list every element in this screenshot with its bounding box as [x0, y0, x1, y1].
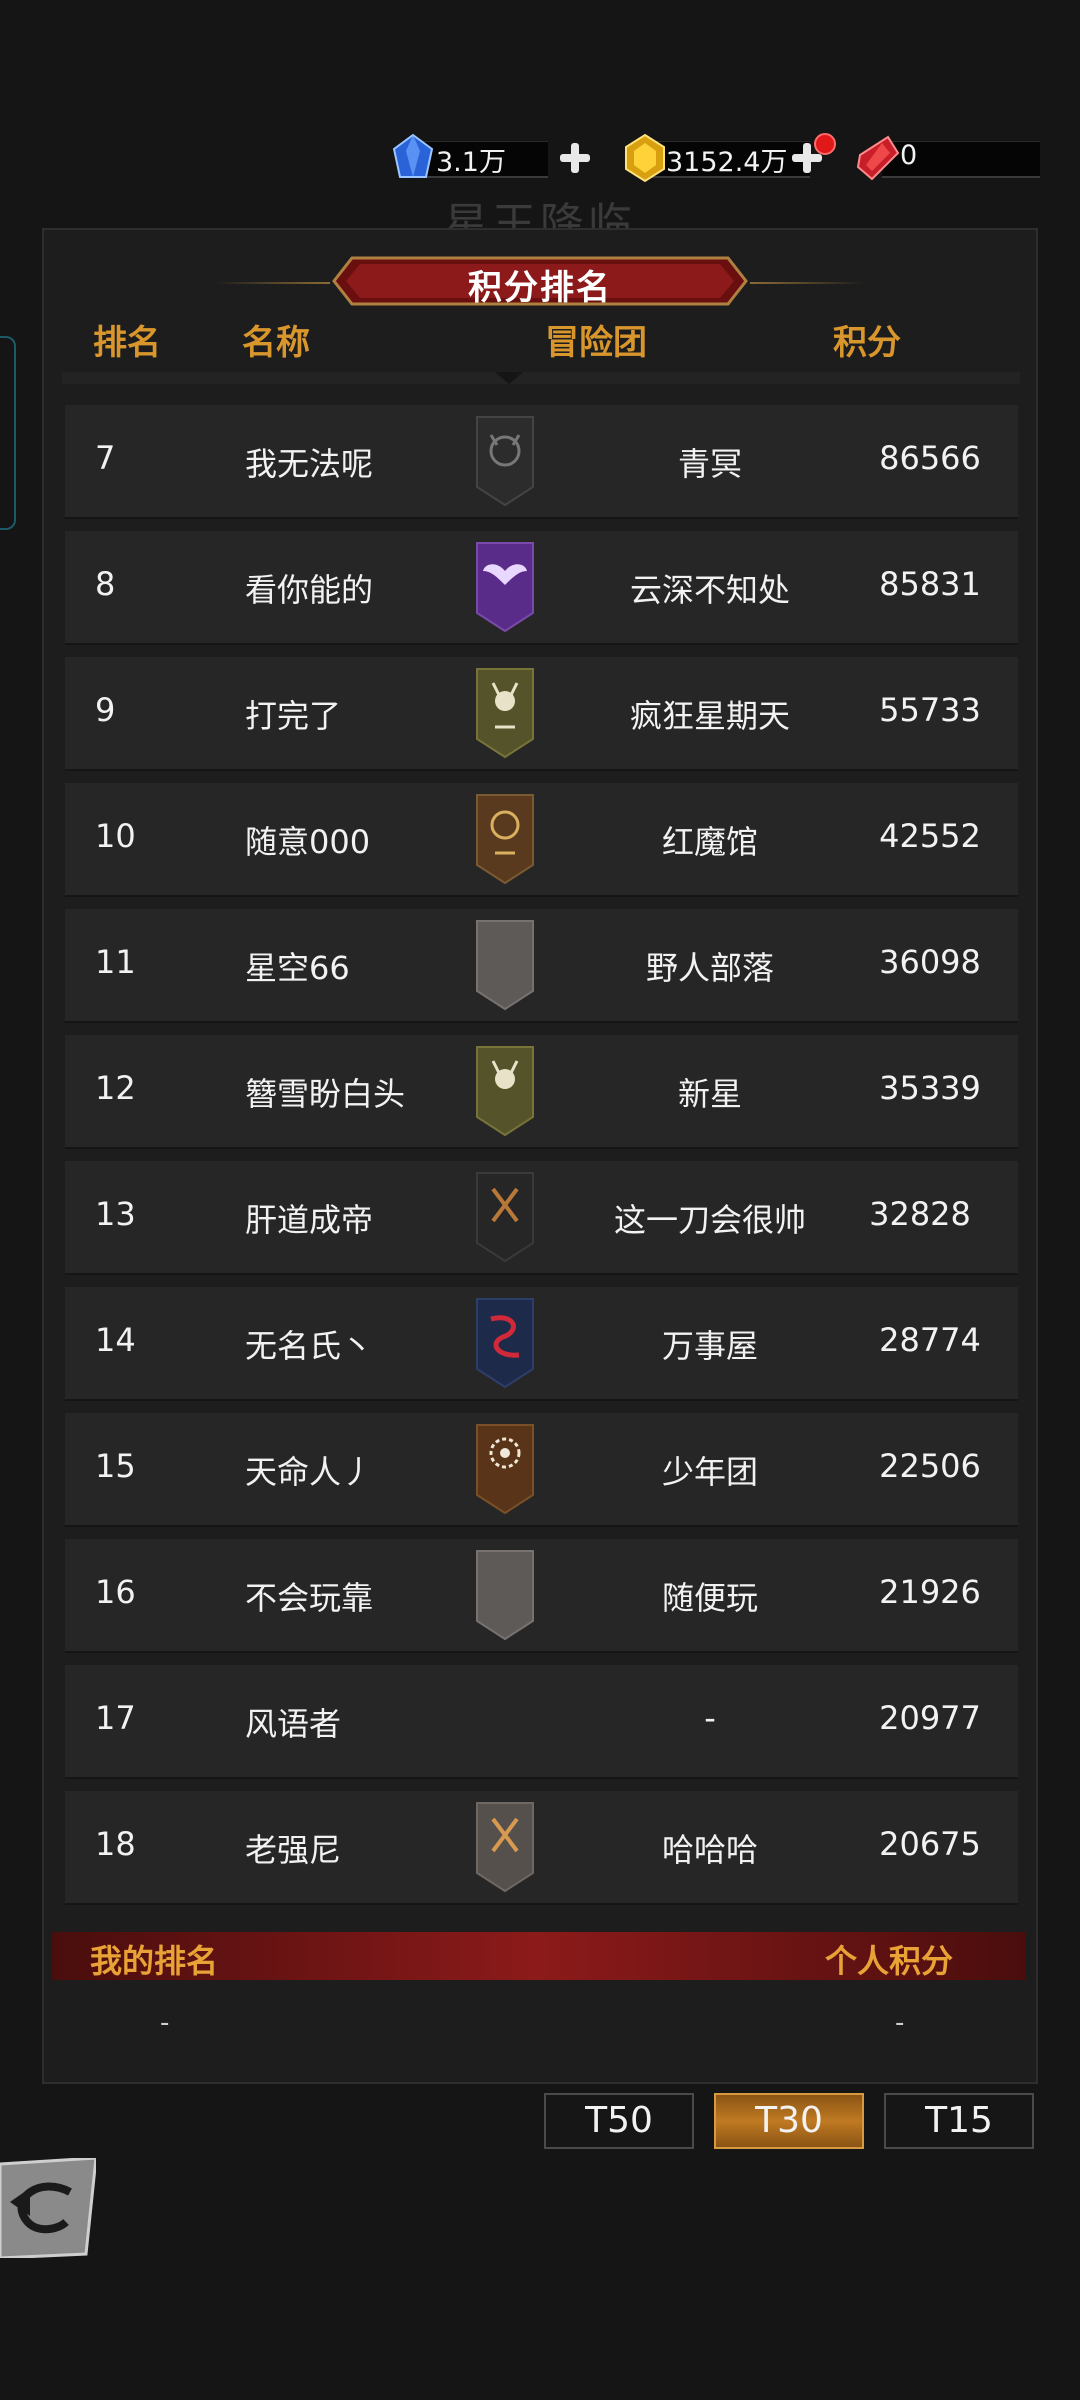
row-rank: 17: [95, 1699, 136, 1737]
currency-gold: 3152.4万: [620, 133, 840, 183]
row-score: 22506: [879, 1447, 981, 1485]
row-score: 20675: [879, 1825, 981, 1863]
currency-blue: 3.1万: [388, 133, 598, 183]
row-player-name: 看你能的: [245, 571, 374, 609]
red-crystal-icon: [856, 135, 900, 181]
blank-gray-banner-icon: [476, 920, 534, 1011]
row-rank: 12: [95, 1069, 136, 1107]
tab-t15[interactable]: T15: [884, 2093, 1034, 2149]
table-row[interactable]: 8 看你能的 云深不知处 85831: [65, 531, 1018, 645]
row-score: 28774: [879, 1321, 981, 1359]
row-rank: 13: [95, 1195, 136, 1233]
table-row[interactable]: 15 天命人丿 少年团 22506: [65, 1413, 1018, 1527]
row-rank: 10: [95, 817, 136, 855]
gold-crystal-icon: [625, 133, 665, 183]
header-rank: 排名: [93, 323, 161, 363]
demon-skull-banner-icon: [476, 416, 534, 507]
header-notch: [495, 372, 523, 384]
title-line-right: [750, 282, 865, 284]
row-score: 55733: [879, 691, 981, 729]
currency-red: 0: [852, 133, 1042, 183]
table-row[interactable]: 18 老强尼 哈哈哈 20675: [65, 1791, 1018, 1905]
row-rank: 9: [95, 691, 116, 729]
red-dragon-banner-icon: [476, 1298, 534, 1389]
sun-eye-banner-icon: [476, 1424, 534, 1515]
row-player-name: 风语者: [245, 1705, 342, 1743]
table-row[interactable]: 10 随意000 红魔馆 42552: [65, 783, 1018, 897]
my-score-label: 个人积分: [825, 1942, 954, 1980]
row-rank: 15: [95, 1447, 136, 1485]
gray-axes-banner-icon: [476, 1802, 534, 1893]
notification-dot: [814, 133, 836, 155]
olive-deer-banner-icon: [476, 1046, 534, 1137]
row-rank: 8: [95, 565, 116, 603]
row-player-name: 无名氏丶: [245, 1327, 374, 1365]
row-player-name: 老强尼: [245, 1831, 342, 1869]
brown-moon-banner-icon: [476, 794, 534, 885]
red-gem-amount: 0: [900, 140, 918, 171]
row-score: 35339: [879, 1069, 981, 1107]
olive-deer-banner-icon: [476, 668, 534, 759]
row-score: 32828: [869, 1195, 971, 1233]
row-player-name: 打完了: [245, 697, 342, 735]
back-arrow-icon[interactable]: [0, 2158, 96, 2258]
row-score: 85831: [879, 565, 981, 603]
row-rank: 16: [95, 1573, 136, 1611]
title-line-left: [215, 282, 330, 284]
side-panel-edge: [0, 336, 16, 530]
row-player-name: 不会玩靠: [245, 1579, 374, 1617]
row-player-name: 星空66: [245, 949, 350, 987]
table-row[interactable]: 16 不会玩靠 随便玩 21926: [65, 1539, 1018, 1653]
blue-gem-amount: 3.1万: [436, 147, 506, 178]
row-player-name: 肝道成帝: [245, 1201, 374, 1239]
row-score: 42552: [879, 817, 981, 855]
panel-title: 积分排名: [468, 268, 612, 308]
table-row[interactable]: 17 风语者 - 20977: [65, 1665, 1018, 1779]
row-player-name: 天命人丿: [245, 1453, 374, 1491]
row-score: 20977: [879, 1699, 981, 1737]
header-name: 名称: [242, 323, 310, 363]
table-row[interactable]: 14 无名氏丶 万事屋 28774: [65, 1287, 1018, 1401]
row-rank: 18: [95, 1825, 136, 1863]
my-rank-value: -: [160, 2008, 170, 2038]
row-rank: 7: [95, 439, 116, 477]
row-player-name: 随意000: [245, 823, 371, 861]
table-row[interactable]: 13 肝道成帝 这一刀会很帅 32828: [65, 1161, 1018, 1275]
row-score: 21926: [879, 1573, 981, 1611]
table-row[interactable]: 11 星空66 野人部落 36098: [65, 909, 1018, 1023]
header-divider: [62, 372, 1020, 384]
table-row[interactable]: 9 打完了 疯狂星期天 55733: [65, 657, 1018, 771]
gold-gem-amount: 3152.4万: [666, 147, 788, 178]
table-row[interactable]: 7 我无法呢 青冥 86566: [65, 405, 1018, 519]
row-score: 36098: [879, 943, 981, 981]
my-score-value: -: [895, 2008, 905, 2038]
row-player-name: 簪雪盼白头: [245, 1075, 406, 1113]
row-rank: 11: [95, 943, 136, 981]
purple-wings-banner-icon: [476, 542, 534, 633]
title-banner: 积分排名: [330, 252, 750, 310]
blank-gray-banner-icon: [476, 1550, 534, 1641]
blue-crystal-icon: [392, 133, 434, 178]
row-score: 86566: [879, 439, 981, 477]
row-player-name: 我无法呢: [245, 445, 374, 483]
my-rank-label: 我的排名: [90, 1942, 219, 1980]
header-guild: 冒险团: [545, 323, 647, 363]
row-rank: 14: [95, 1321, 136, 1359]
tab-t30[interactable]: T30: [714, 2093, 864, 2149]
header-score: 积分: [833, 323, 901, 363]
table-row[interactable]: 12 簪雪盼白头 新星 35339: [65, 1035, 1018, 1149]
add-blue-gem-icon[interactable]: [558, 141, 592, 175]
tab-t50[interactable]: T50: [544, 2093, 694, 2149]
